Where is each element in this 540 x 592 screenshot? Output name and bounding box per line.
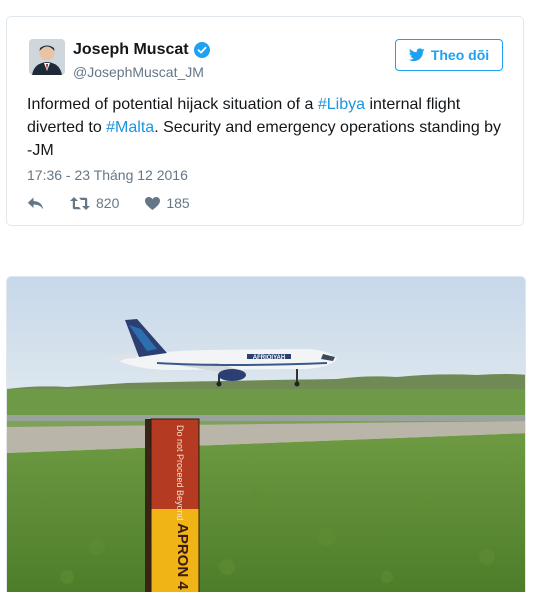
tweet-card: Joseph Muscat @JosephMuscat_JM Theo dõi … [6, 16, 524, 226]
hashtag-malta-link[interactable]: #Malta [106, 119, 154, 136]
avatar-image [29, 39, 65, 75]
display-name[interactable]: Joseph Muscat [73, 41, 189, 59]
retweet-button[interactable]: 820 [70, 195, 119, 211]
twitter-bird-icon [408, 48, 425, 62]
tweet-timestamp[interactable]: 17:36 - 23 Tháng 12 2016 [27, 167, 188, 183]
airport-photo: AFRIQIYAH Do not Proceed Beyond APRON 4 [7, 277, 525, 592]
follow-button[interactable]: Theo dõi [395, 39, 503, 71]
reply-icon [27, 197, 44, 209]
hashtag-libya-link[interactable]: #Libya [318, 96, 365, 113]
tweet-text: Informed of potential hijack situation o… [27, 93, 507, 162]
tweet-text-part: Informed of potential hijack situation o… [27, 96, 318, 113]
retweet-icon [70, 196, 90, 210]
heart-icon [145, 196, 161, 210]
tweet-actions: 820 185 [27, 195, 216, 211]
like-button[interactable]: 185 [145, 195, 190, 211]
follow-button-label: Theo dõi [430, 47, 490, 63]
sign-text-bottom: APRON 4 [174, 523, 191, 590]
photo-card: AFRIQIYAH Do not Proceed Beyond APRON 4 [6, 276, 526, 592]
runway [7, 415, 525, 421]
retweet-count: 820 [96, 195, 120, 211]
avatar[interactable] [29, 39, 65, 75]
verified-badge-icon [193, 42, 210, 58]
far-grass [7, 389, 525, 419]
reply-button[interactable] [27, 197, 44, 210]
like-count: 185 [166, 195, 190, 211]
author-name-row[interactable]: Joseph Muscat [73, 41, 210, 59]
foreground-grass [7, 433, 525, 592]
sign-text-top: Do not Proceed Beyond [175, 425, 185, 521]
apron-sign: Do not Proceed Beyond APRON 4 [145, 418, 200, 592]
aircraft-livery: AFRIQIYAH [253, 355, 285, 361]
user-handle[interactable]: @JosephMuscat_JM [73, 64, 204, 80]
